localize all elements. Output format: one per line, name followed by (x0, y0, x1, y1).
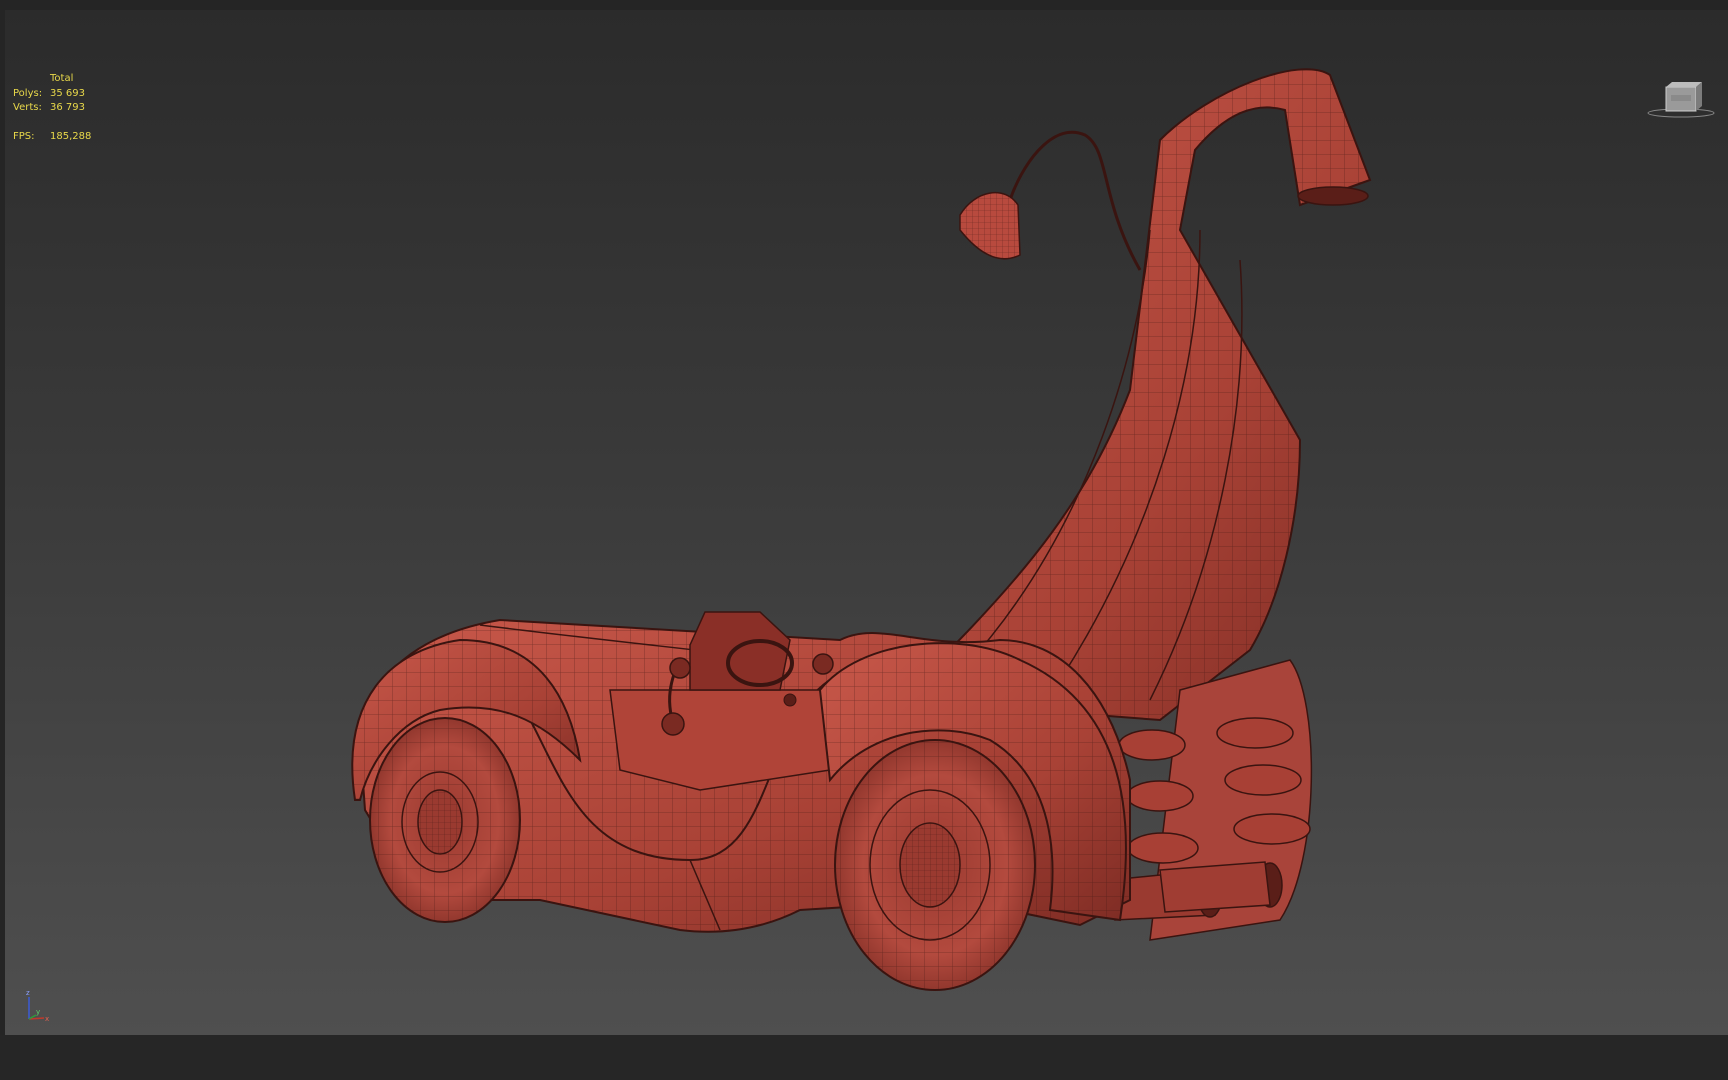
axis-z-label: z (26, 989, 30, 997)
axis-y-label: y (36, 1008, 40, 1016)
rear-wheel (834, 739, 1036, 991)
neck-tail (897, 68, 1372, 722)
hanging-lamp (959, 131, 1142, 271)
front-wheel (369, 717, 521, 923)
3d-viewport[interactable]: Total Polys: 35 693 Verts: 36 793 FPS: 185,… (5, 10, 1728, 1035)
axis-x-label: x (45, 1015, 49, 1023)
wireframe-car-model[interactable] (5, 10, 1728, 1035)
axis-tripod-icon: z x y (20, 985, 60, 1029)
bottom-bar (0, 1035, 1728, 1080)
